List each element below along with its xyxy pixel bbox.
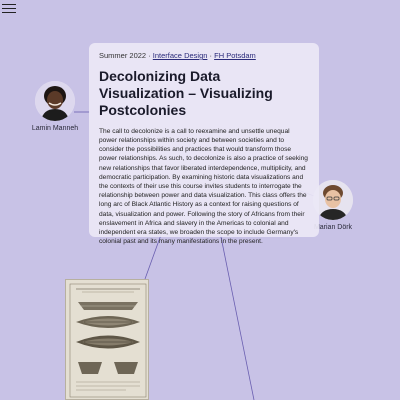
hamburger-menu-icon[interactable] — [2, 4, 16, 14]
avatar-lamin-manneh — [35, 81, 75, 121]
program-link[interactable]: Interface Design — [153, 51, 208, 60]
slave-ship-diagram — [66, 280, 148, 399]
connector-bottom — [219, 231, 255, 400]
meta-separator: · — [209, 51, 213, 60]
course-description: The call to decolonize is a call to reex… — [99, 127, 308, 246]
person-lamin-manneh[interactable]: Lamin Manneh — [15, 81, 95, 132]
course-card: Summer 2022 · Interface Design · FH Pots… — [89, 43, 319, 245]
course-title: Decolonizing Data Visualization – Visual… — [99, 68, 273, 119]
person-name: Lamin Manneh — [31, 125, 79, 132]
institution-link[interactable]: FH Potsdam — [214, 51, 256, 60]
course-meta: Summer 2022 · Interface Design · FH Pots… — [99, 51, 309, 60]
artifact-image[interactable] — [65, 279, 149, 400]
course-term: Summer 2022 — [99, 51, 147, 60]
meta-separator: · — [148, 51, 151, 60]
avatar-marian-doerk — [313, 180, 353, 220]
